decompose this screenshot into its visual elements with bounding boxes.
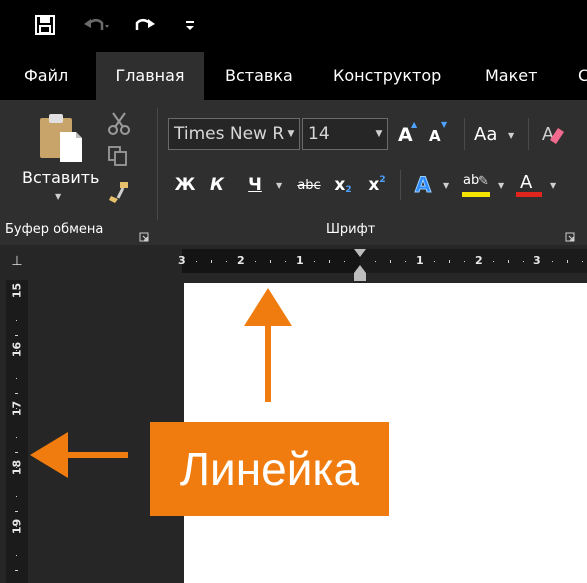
up-arrow-icon	[244, 288, 292, 402]
ruler-callout: Линейка	[150, 422, 389, 516]
callout-text: Линейка	[179, 443, 360, 495]
left-arrow-icon	[30, 432, 128, 478]
